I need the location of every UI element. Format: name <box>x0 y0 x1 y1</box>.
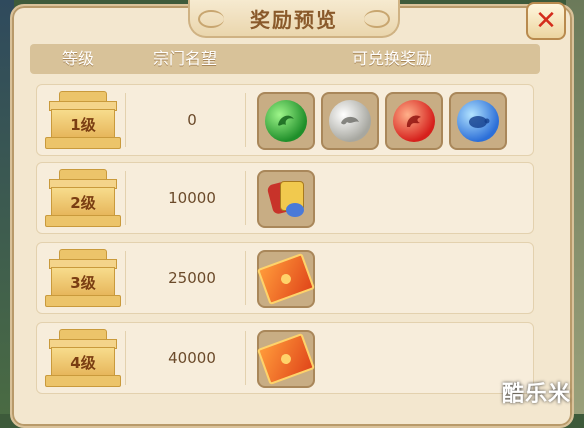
level-label: 4级 <box>70 353 96 372</box>
prestige-value: 25000 <box>168 269 216 287</box>
header-level: 等级 <box>61 49 94 68</box>
close-button[interactable]: ✕ <box>526 2 566 40</box>
golden-ticket-icon <box>256 252 316 306</box>
header-prestige: 宗门名望 <box>152 49 217 68</box>
table-row: 2级 10000 <box>36 162 534 234</box>
level-badge: 1级 <box>45 91 121 149</box>
red-phoenix-orb-icon <box>393 100 435 142</box>
reward-slot[interactable] <box>256 330 316 388</box>
panel-title: 奖励预览 <box>250 7 338 32</box>
header-rewards: 可兑换奖励 <box>351 49 432 68</box>
item-bundle-icon <box>266 177 306 221</box>
golden-ticket-icon <box>256 332 316 386</box>
level-badge: 4级 <box>45 329 121 387</box>
reward-slot[interactable] <box>257 92 315 150</box>
title-tab: 奖励预览 <box>188 0 400 38</box>
reward-slot[interactable] <box>256 250 316 308</box>
green-dragon-orb-icon <box>265 100 307 142</box>
table-row: 1级 0 <box>36 84 534 156</box>
level-label: 3级 <box>70 273 96 292</box>
reward-slot[interactable] <box>321 92 379 150</box>
scroll-ornament-icon <box>364 10 390 28</box>
level-badge: 2级 <box>45 169 121 227</box>
table-header: 等级 宗门名望 可兑换奖励 <box>30 44 540 74</box>
reward-slot[interactable] <box>385 92 443 150</box>
white-tiger-orb-icon <box>329 100 371 142</box>
prestige-value: 10000 <box>168 189 216 207</box>
scroll-ornament-icon <box>198 10 224 28</box>
watermark-text: 酷乐米 <box>502 382 572 407</box>
close-icon: ✕ <box>535 6 557 36</box>
level-label: 1级 <box>70 115 96 134</box>
level-badge: 3级 <box>45 249 121 307</box>
table-row: 3级 25000 <box>36 242 534 314</box>
reward-slot[interactable] <box>449 92 507 150</box>
prestige-value: 0 <box>187 111 197 129</box>
table-row: 4级 40000 <box>36 322 534 394</box>
reward-slot[interactable] <box>257 170 315 228</box>
prestige-value: 40000 <box>168 349 216 367</box>
level-label: 2级 <box>70 193 96 212</box>
blue-tortoise-orb-icon <box>457 100 499 142</box>
